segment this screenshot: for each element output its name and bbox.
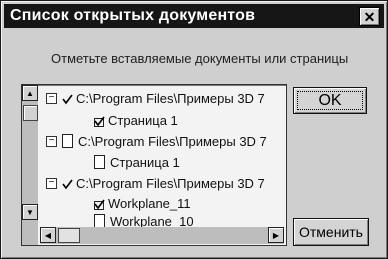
tree-node[interactable]: − C:\Program Files\Примеры 3D 7 <box>46 130 267 152</box>
document-icon <box>94 214 105 228</box>
horizontal-scroll-thumb[interactable] <box>58 228 80 243</box>
tree-node-label: C:\Program Files\Примеры 3D 7 <box>76 175 265 191</box>
tree-node-label: Страница 1 <box>108 112 178 128</box>
close-button[interactable]: ✕ <box>359 7 380 26</box>
close-icon: ✕ <box>363 8 376 25</box>
document-icon <box>62 134 73 148</box>
collapse-icon[interactable]: − <box>46 135 57 147</box>
document-tree[interactable]: ▲ ▼ − C:\Program Files\Примеры 3D 7 Стра… <box>21 84 287 246</box>
scroll-left-button[interactable]: ◀ <box>40 227 56 243</box>
collapse-icon[interactable]: − <box>46 177 57 189</box>
collapse-icon[interactable]: − <box>46 92 57 104</box>
tree-node[interactable]: − C:\Program Files\Примеры 3D 7 <box>46 87 265 109</box>
scroll-right-button[interactable]: ▶ <box>268 227 284 243</box>
horizontal-scrollbar[interactable]: ◀ ▶ <box>40 227 284 244</box>
tree-node-label: Страница 1 <box>110 154 180 170</box>
scroll-down-button[interactable]: ▼ <box>22 204 38 220</box>
cancel-button[interactable]: Отменить <box>293 218 369 246</box>
tree-node-label: Workplane_11 <box>108 195 191 211</box>
vertical-scroll-thumb[interactable] <box>23 105 38 121</box>
scroll-right-icon: ▶ <box>272 230 280 240</box>
tree-node[interactable]: Страница 1 <box>94 151 180 173</box>
title-bar[interactable]: Список открытых документов ✕ <box>4 4 384 28</box>
scroll-up-button[interactable]: ▲ <box>22 85 38 101</box>
ok-button[interactable]: OK <box>293 87 367 114</box>
tree-node[interactable]: − C:\Program Files\Примеры 3D 7 <box>46 172 265 194</box>
tree-node-label: C:\Program Files\Примеры 3D 7 <box>78 133 267 149</box>
document-icon <box>94 155 105 169</box>
dialog-title: Список открытых документов <box>10 7 256 24</box>
checkbox-checked-icon[interactable] <box>62 93 73 104</box>
vertical-scrollbar[interactable]: ▲ ▼ <box>22 85 38 245</box>
dialog-window: Список открытых документов ✕ Отметьте вс… <box>0 0 388 259</box>
scroll-up-icon: ▲ <box>26 88 34 98</box>
tree-node-label: C:\Program Files\Примеры 3D 7 <box>76 90 265 106</box>
checkbox-checked-icon[interactable] <box>94 198 105 210</box>
tree-node[interactable]: Страница 1 <box>94 109 178 131</box>
scroll-left-icon: ◀ <box>44 230 52 240</box>
checkbox-checked-icon[interactable] <box>62 178 73 189</box>
scroll-down-icon: ▼ <box>26 207 34 217</box>
instruction-text: Отметьте вставляемые документы или стран… <box>51 51 349 66</box>
checkbox-checked-icon[interactable] <box>94 115 105 127</box>
